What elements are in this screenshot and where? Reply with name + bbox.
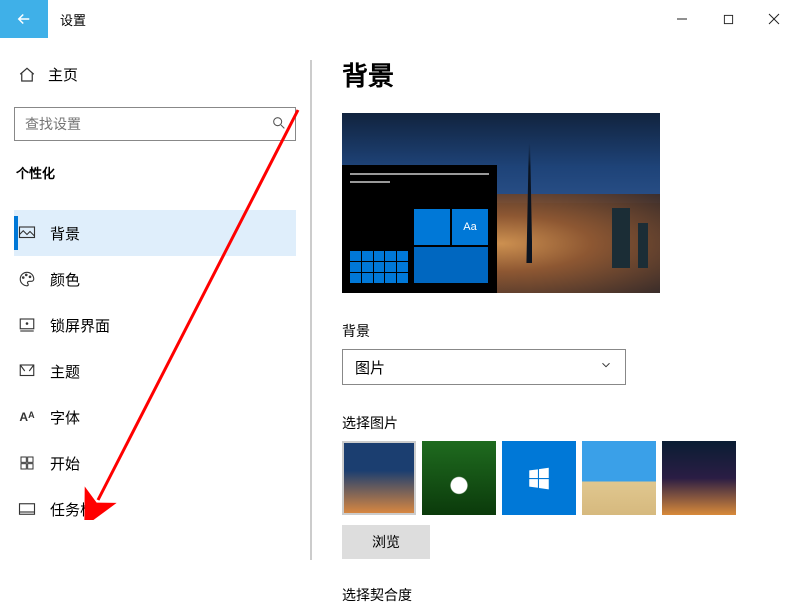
thumbnail-2[interactable] xyxy=(502,441,576,515)
category-header: 个性化 xyxy=(14,163,296,182)
thumbnail-4[interactable] xyxy=(662,441,736,515)
taskbar-icon xyxy=(18,500,36,518)
search-icon xyxy=(271,115,287,134)
maximize-button[interactable] xyxy=(705,0,751,38)
window-controls xyxy=(659,0,797,38)
background-select-value: 图片 xyxy=(355,357,385,378)
colors-icon xyxy=(18,270,36,288)
lockscreen-icon xyxy=(18,316,36,334)
desktop-preview: Aa xyxy=(342,113,660,293)
nav-item-colors[interactable]: 颜色 xyxy=(14,256,296,302)
preview-aa-tile: Aa xyxy=(452,209,488,245)
search-input[interactable] xyxy=(23,115,271,133)
close-button[interactable] xyxy=(751,0,797,38)
sidebar: 主页 个性化 背景 颜色 xyxy=(0,38,310,605)
nav-item-taskbar[interactable]: 任务栏 xyxy=(14,486,296,532)
start-icon xyxy=(18,455,36,471)
fit-label: 选择契合度 xyxy=(342,585,797,605)
title-bar: 设置 xyxy=(0,0,797,38)
nav-label: 开始 xyxy=(50,453,80,474)
nav-item-themes[interactable]: 主题 xyxy=(14,348,296,394)
nav-list: 背景 颜色 锁屏界面 主题 AA xyxy=(14,210,296,532)
thumbnail-3[interactable] xyxy=(582,441,656,515)
nav-label: 任务栏 xyxy=(50,499,95,520)
nav-item-background[interactable]: 背景 xyxy=(14,210,296,256)
thumbnail-1[interactable] xyxy=(422,441,496,515)
page-title: 背景 xyxy=(342,56,797,93)
minimize-button[interactable] xyxy=(659,0,705,38)
home-link[interactable]: 主页 xyxy=(14,56,296,93)
browse-label: 浏览 xyxy=(372,532,400,552)
background-label: 背景 xyxy=(342,321,797,341)
fonts-icon: AA xyxy=(18,410,36,424)
nav-label: 锁屏界面 xyxy=(50,315,110,336)
nav-item-lockscreen[interactable]: 锁屏界面 xyxy=(14,302,296,348)
search-box[interactable] xyxy=(14,107,296,141)
nav-item-start[interactable]: 开始 xyxy=(14,440,296,486)
home-label: 主页 xyxy=(48,64,78,85)
close-icon xyxy=(768,13,780,25)
maximize-icon xyxy=(723,14,734,25)
main-content: 背景 Aa 背景 图片 选择图片 xyxy=(310,38,797,605)
themes-icon xyxy=(18,362,36,380)
scrollbar-track[interactable] xyxy=(310,60,312,560)
home-icon xyxy=(18,66,36,84)
background-icon xyxy=(18,224,36,242)
arrow-left-icon xyxy=(15,10,33,28)
choose-picture-label: 选择图片 xyxy=(342,413,797,433)
thumbnail-0[interactable] xyxy=(342,441,416,515)
preview-start-menu: Aa xyxy=(342,165,497,293)
nav-label: 主题 xyxy=(50,361,80,382)
background-select[interactable]: 图片 xyxy=(342,349,626,385)
minimize-icon xyxy=(676,13,688,25)
chevron-down-icon xyxy=(599,358,613,376)
back-button[interactable] xyxy=(0,0,48,38)
picture-thumbnails xyxy=(342,441,797,515)
nav-label: 颜色 xyxy=(50,269,80,290)
nav-label: 字体 xyxy=(50,407,80,428)
nav-label: 背景 xyxy=(50,223,80,244)
browse-button[interactable]: 浏览 xyxy=(342,525,430,559)
windows-logo-icon xyxy=(526,465,552,491)
nav-item-fonts[interactable]: AA 字体 xyxy=(14,394,296,440)
title-bar-left: 设置 xyxy=(0,0,86,38)
app-title: 设置 xyxy=(60,10,86,29)
